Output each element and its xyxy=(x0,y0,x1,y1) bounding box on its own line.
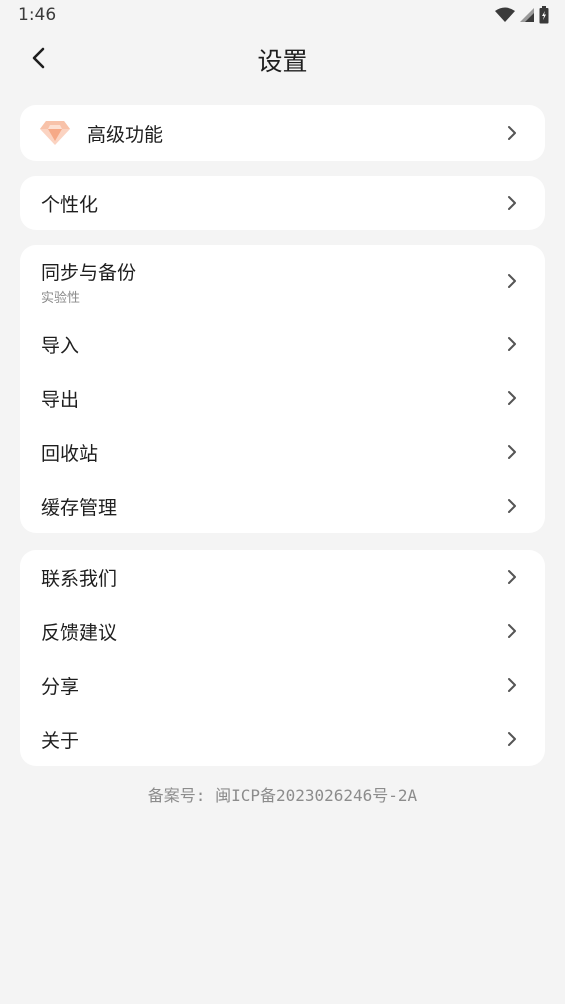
about-card: 联系我们 反馈建议 分享 关于 xyxy=(20,550,545,766)
share-item[interactable]: 分享 xyxy=(20,658,545,712)
cellular-signal-icon xyxy=(520,8,534,22)
recycle-bin-label: 回收站 xyxy=(41,442,99,465)
status-time: 1:46 xyxy=(18,5,57,25)
about-label: 关于 xyxy=(41,729,80,752)
chevron-right-icon xyxy=(505,443,519,461)
feedback-label: 反馈建议 xyxy=(41,621,118,644)
personalize-item[interactable]: 个性化 xyxy=(20,176,545,230)
share-label: 分享 xyxy=(41,675,80,698)
chevron-right-icon xyxy=(505,497,519,515)
chevron-right-icon xyxy=(505,676,519,694)
chevron-right-icon xyxy=(505,194,519,212)
chevron-right-icon xyxy=(505,730,519,748)
premium-features-label: 高级功能 xyxy=(87,123,164,146)
sync-backup-item[interactable]: 同步与备份 实验性 xyxy=(20,245,545,317)
import-label: 导入 xyxy=(41,334,80,357)
sync-backup-label: 同步与备份 xyxy=(41,262,137,284)
chevron-right-icon xyxy=(505,389,519,407)
battery-icon xyxy=(539,6,549,24)
diamond-icon xyxy=(40,121,70,145)
recycle-bin-item[interactable]: 回收站 xyxy=(20,425,545,479)
icp-record-note[interactable]: 备案号: 闽ICP备2023026246号-2A xyxy=(0,782,565,806)
about-item[interactable]: 关于 xyxy=(20,712,545,766)
chevron-right-icon xyxy=(505,335,519,353)
chevron-right-icon xyxy=(505,568,519,586)
status-bar: 1:46 xyxy=(0,0,565,30)
app-header: 设置 xyxy=(0,30,565,88)
contact-us-label: 联系我们 xyxy=(41,567,118,590)
chevron-right-icon xyxy=(505,622,519,640)
contact-us-item[interactable]: 联系我们 xyxy=(20,550,545,604)
feedback-item[interactable]: 反馈建议 xyxy=(20,604,545,658)
wifi-icon xyxy=(495,7,515,22)
import-item[interactable]: 导入 xyxy=(20,317,545,371)
chevron-right-icon xyxy=(505,124,519,142)
export-item[interactable]: 导出 xyxy=(20,371,545,425)
status-icons xyxy=(495,6,549,24)
premium-card: 高级功能 xyxy=(20,105,545,161)
export-label: 导出 xyxy=(41,388,80,411)
premium-features-item[interactable]: 高级功能 xyxy=(20,105,545,161)
sync-backup-subtitle: 实验性 xyxy=(41,291,81,306)
cache-management-label: 缓存管理 xyxy=(41,496,118,519)
personalize-label: 个性化 xyxy=(41,193,99,216)
personalize-card: 个性化 xyxy=(20,176,545,230)
page-title: 设置 xyxy=(257,47,308,76)
cache-management-item[interactable]: 缓存管理 xyxy=(20,479,545,533)
chevron-right-icon xyxy=(505,272,519,290)
data-management-card: 同步与备份 实验性 导入 导出 回收站 缓存管理 xyxy=(20,245,545,533)
